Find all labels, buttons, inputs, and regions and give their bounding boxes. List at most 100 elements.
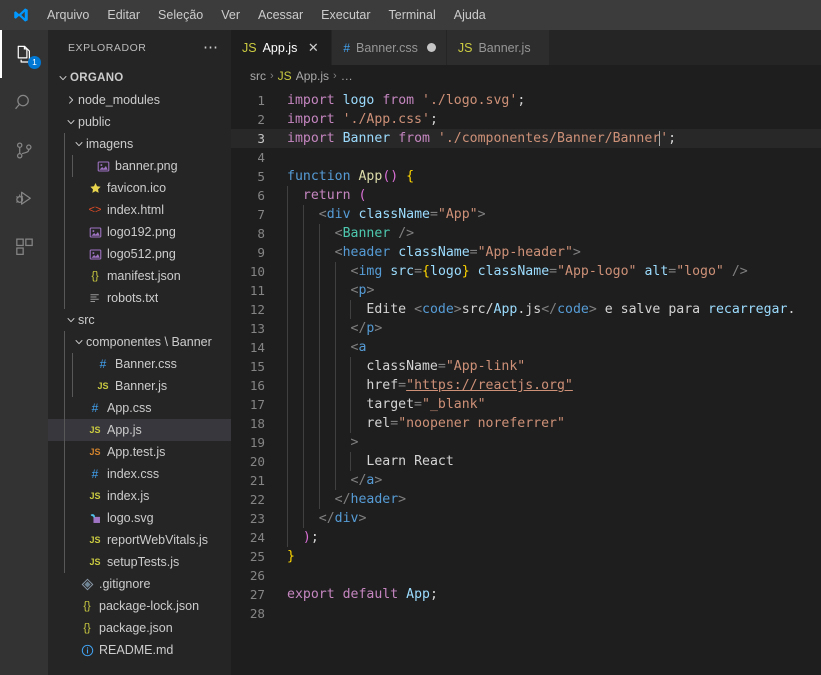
activity-search-icon[interactable] (0, 78, 48, 126)
menu-executar[interactable]: Executar (312, 0, 379, 30)
code-line-text[interactable]: <p> (287, 281, 821, 300)
code-line-text[interactable]: <div className="App"> (287, 205, 821, 224)
code-line-text[interactable] (287, 604, 821, 623)
chevron-down-icon[interactable] (64, 116, 78, 128)
code-line-text[interactable]: } (287, 547, 821, 566)
tree-item-.gitignore[interactable]: .gitignore (48, 573, 231, 595)
tree-item-src[interactable]: src (48, 309, 231, 331)
menu-editar[interactable]: Editar (98, 0, 149, 30)
indent-guide (287, 319, 288, 338)
tree-item-logo192.png[interactable]: logo192.png (48, 221, 231, 243)
tree-item-favicon.ico[interactable]: favicon.ico (48, 177, 231, 199)
tree-item-label: App.test.js (107, 445, 166, 459)
tree-item-index.html[interactable]: <> index.html (48, 199, 231, 221)
activity-explorer-icon[interactable]: 1 (0, 30, 48, 78)
indent-guide (318, 300, 320, 319)
breadcrumb-item[interactable]: … (341, 69, 353, 83)
menu-arquivo[interactable]: Arquivo (38, 0, 98, 30)
tab-banner-js[interactable]: JS Banner.js (446, 30, 550, 65)
tree-item-app.css[interactable]: # App.css (48, 397, 231, 419)
code-line-text[interactable]: <img src={logo} className="App-logo" alt… (287, 262, 821, 281)
tree-item-reportwebvitals.js[interactable]: JS reportWebVitals.js (48, 529, 231, 551)
code-line-text[interactable]: export default App; (287, 585, 821, 604)
tree-item-logo.svg[interactable]: logo.svg (48, 507, 231, 529)
activity-source-control-icon[interactable] (0, 126, 48, 174)
tree-item-app.js[interactable]: JS App.js (48, 419, 231, 441)
tree-item-public[interactable]: public (48, 111, 231, 133)
title-menu-bar: Arquivo Editar Seleção Ver Acessar Executar Te… (0, 0, 821, 30)
tree-item-index.css[interactable]: # index.css (48, 463, 231, 485)
tree-item-banner.css[interactable]: # Banner.css (48, 353, 231, 375)
code-line-text[interactable]: ); (287, 528, 821, 547)
code-line-text[interactable]: href="https://reactjs.org" (287, 376, 821, 395)
tree-item-index.js[interactable]: JS index.js (48, 485, 231, 507)
indent-guide (64, 529, 65, 551)
close-icon[interactable]: ✕ (305, 40, 321, 56)
tree-item-package.json[interactable]: {} package.json (48, 617, 231, 639)
tree-item-banner.png[interactable]: banner.png (48, 155, 231, 177)
tree-item-organo[interactable]: ORGANO (48, 67, 231, 89)
code-line-text[interactable]: import Banner from './componentes/Banner… (287, 129, 821, 148)
tree-item-robots.txt[interactable]: robots.txt (48, 287, 231, 309)
menu-terminal[interactable]: Terminal (380, 0, 445, 30)
chevron-right-icon[interactable] (64, 94, 78, 106)
indent-guide (334, 262, 336, 281)
indent-guide (287, 452, 288, 471)
code-line-text[interactable]: <header className="App-header"> (287, 243, 821, 262)
tree-item-node-modules[interactable]: node_modules (48, 89, 231, 111)
tab-unsaved-dot[interactable] (426, 43, 436, 52)
code-line-text[interactable]: Learn React (287, 452, 821, 471)
activity-run-and-debug-icon[interactable] (0, 174, 48, 222)
code-editor[interactable]: 1 import logo from './logo.svg'; 2 import '… (231, 87, 821, 675)
code-line-text[interactable]: className="App-link" (287, 357, 821, 376)
extensions-icon (13, 235, 36, 258)
code-line-text[interactable]: <Banner /> (287, 224, 821, 243)
code-line-text[interactable]: </p> (287, 319, 821, 338)
tree-item-manifest.json[interactable]: {} manifest.json (48, 265, 231, 287)
indent-guide (318, 243, 320, 262)
code-line-text[interactable] (287, 148, 821, 167)
code-line-text[interactable]: return ( (287, 186, 821, 205)
menu-selecao[interactable]: Seleção (149, 0, 212, 30)
indent-guide (287, 376, 288, 395)
tree-item-readme.md[interactable]: README.md (48, 639, 231, 661)
code-line-text[interactable]: Edite <code>src/App.js</code> e salve pa… (287, 300, 821, 319)
tab-banner-css[interactable]: # Banner.css (332, 30, 447, 65)
code-line-text[interactable]: import './App.css'; (287, 110, 821, 129)
activity-extensions-icon[interactable] (0, 222, 48, 270)
text-cursor (659, 131, 661, 146)
code-line-text[interactable] (287, 566, 821, 585)
menu-ajuda[interactable]: Ajuda (445, 0, 495, 30)
tree-item-imagens[interactable]: imagens (48, 133, 231, 155)
code-line-text[interactable]: import logo from './logo.svg'; (287, 91, 821, 110)
tree-item-package-lock.json[interactable]: {} package-lock.json (48, 595, 231, 617)
code-line-text[interactable]: </a> (287, 471, 821, 490)
tree-item-banner.js[interactable]: JS Banner.js (48, 375, 231, 397)
menu-ver[interactable]: Ver (212, 0, 249, 30)
code-line-text[interactable]: </div> (287, 509, 821, 528)
tree-item-app.test.js[interactable]: JS App.test.js (48, 441, 231, 463)
chevron-down-icon[interactable] (72, 138, 86, 150)
code-line-text[interactable]: target="_blank" (287, 395, 821, 414)
breadcrumb-label: … (340, 69, 353, 83)
indent-guide (302, 205, 304, 224)
tree-item-setuptests.js[interactable]: JS setupTests.js (48, 551, 231, 573)
js-icon: JS (89, 535, 101, 545)
breadcrumb-item[interactable]: src (250, 69, 266, 83)
tab-app-js[interactable]: JS App.js ✕ (231, 30, 333, 65)
chevron-down-icon[interactable] (64, 314, 78, 326)
tree-item-componentes-banner[interactable]: componentes \ Banner (48, 331, 231, 353)
editor-group: JS App.js ✕ # Banner.css JS Banner.js src › JS Ap… (231, 30, 821, 675)
code-line-text[interactable]: rel="noopener noreferrer" (287, 414, 821, 433)
code-line-text[interactable]: </header> (287, 490, 821, 509)
chevron-down-icon[interactable] (72, 336, 86, 348)
tree-item-label: componentes \ Banner (86, 335, 212, 349)
chevron-down-icon[interactable] (56, 72, 70, 84)
code-line-text[interactable]: <a (287, 338, 821, 357)
breadcrumb-item[interactable]: JS App.js (278, 69, 329, 83)
tree-item-logo512.png[interactable]: logo512.png (48, 243, 231, 265)
more-actions-icon[interactable]: ⋯ (203, 40, 223, 55)
code-line-text[interactable]: function App() { (287, 167, 821, 186)
code-line-text[interactable]: > (287, 433, 821, 452)
menu-acessar[interactable]: Acessar (249, 0, 312, 30)
